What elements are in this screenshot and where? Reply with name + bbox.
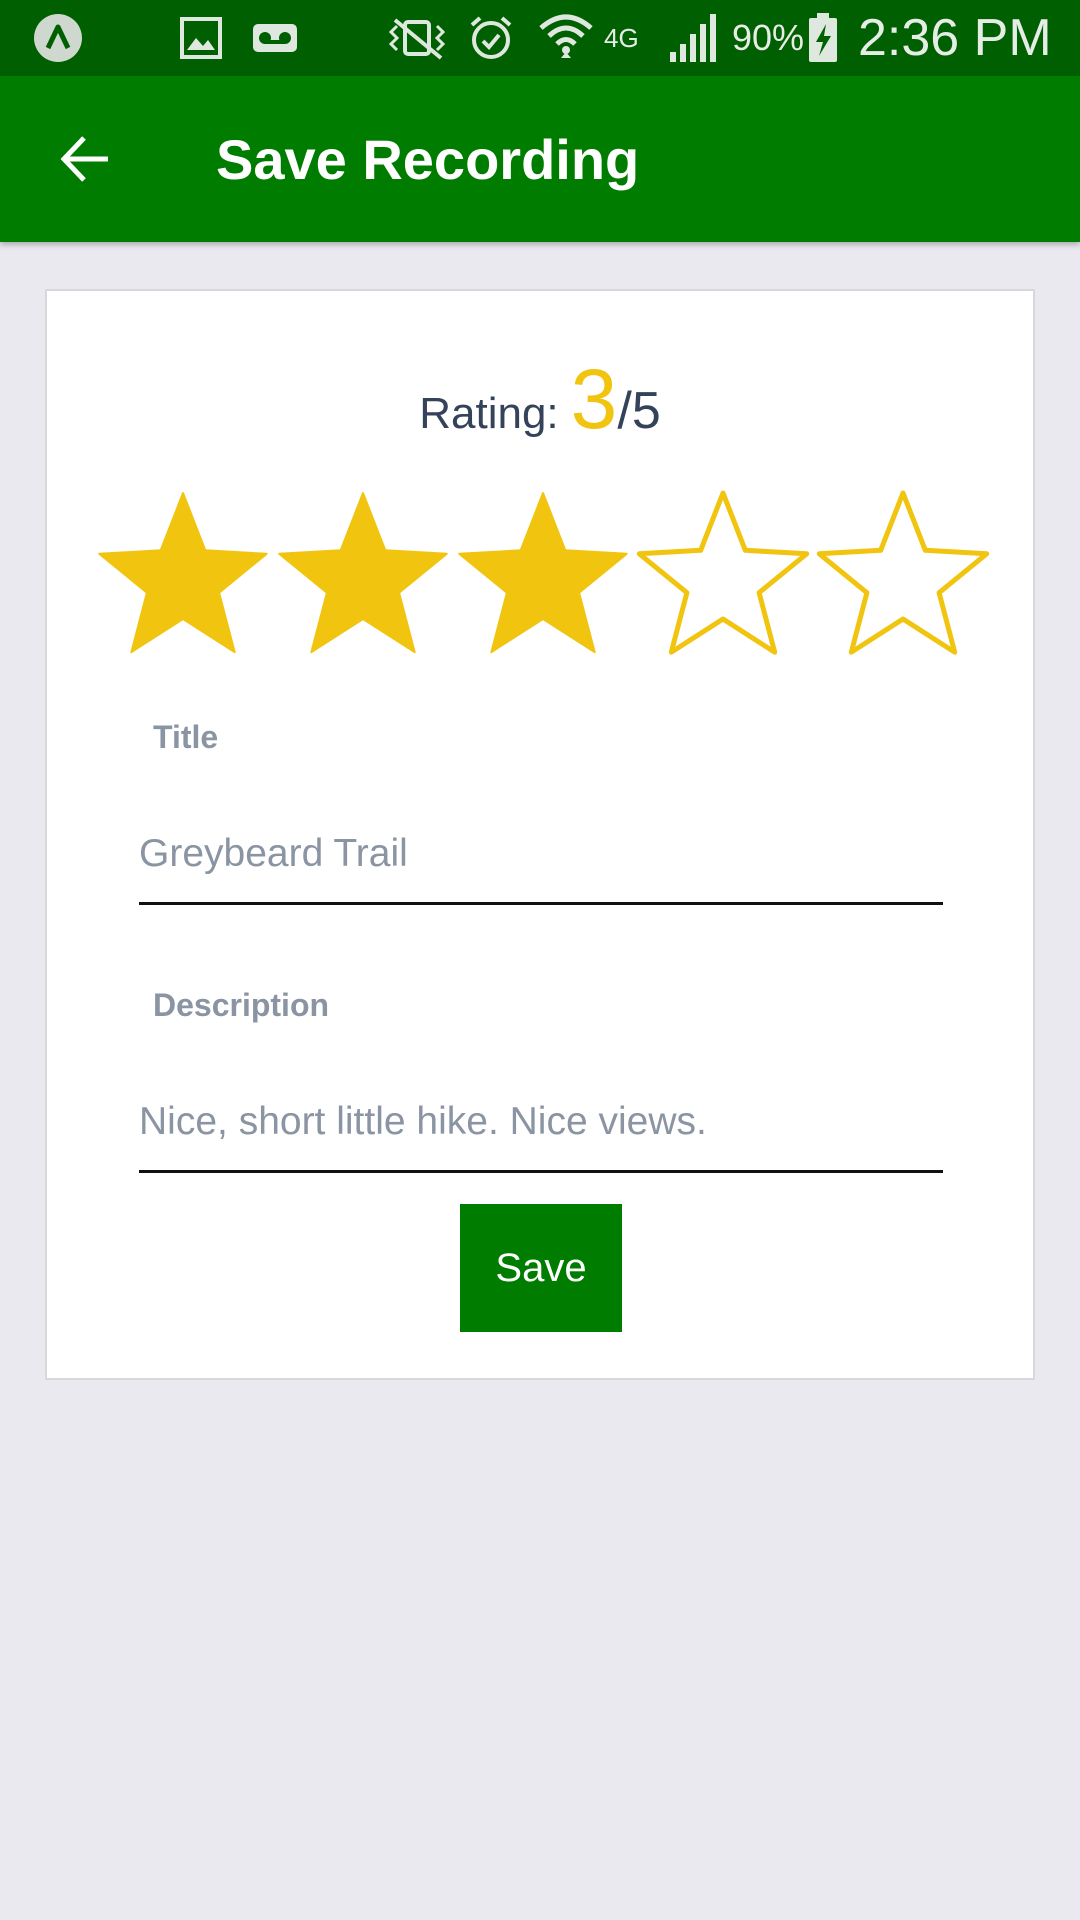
clock: 2:36 PM bbox=[858, 9, 1052, 67]
battery-charging-icon bbox=[806, 10, 840, 66]
star-filled-icon[interactable] bbox=[93, 483, 273, 663]
vibrate-icon bbox=[382, 10, 452, 66]
cell-signal-icon bbox=[664, 10, 720, 66]
description-input[interactable] bbox=[139, 1073, 943, 1173]
rating-value: 3 bbox=[570, 352, 618, 446]
app-notification-icon bbox=[30, 10, 86, 66]
description-label: Description bbox=[153, 987, 330, 1023]
wifi-icon bbox=[536, 10, 596, 66]
app-bar: Save Recording bbox=[0, 76, 1080, 242]
title-input[interactable] bbox=[139, 805, 943, 905]
title-label: Title bbox=[153, 719, 219, 755]
status-bar: 4G 90% 2:36 PM bbox=[0, 0, 1080, 76]
page-title: Save Recording bbox=[216, 127, 640, 191]
rating-summary: Rating: 3 /5 bbox=[47, 351, 1033, 451]
battery-percent: 90% bbox=[732, 17, 805, 58]
network-type-label: 4G bbox=[604, 22, 639, 53]
star-empty-icon[interactable] bbox=[633, 483, 813, 663]
rating-max: /5 bbox=[617, 382, 661, 440]
arrow-left-icon bbox=[60, 136, 108, 182]
star-empty-icon[interactable] bbox=[813, 483, 993, 663]
star-filled-icon[interactable] bbox=[453, 483, 633, 663]
save-button[interactable]: Save bbox=[460, 1204, 622, 1332]
alarm-icon bbox=[464, 10, 518, 66]
star-rating-control bbox=[93, 483, 993, 663]
star-filled-icon[interactable] bbox=[273, 483, 453, 663]
recording-form-card: Rating: 3 /5 Title Description Save bbox=[45, 289, 1035, 1380]
voicemail-icon bbox=[250, 10, 300, 66]
back-button[interactable] bbox=[40, 114, 130, 204]
rating-label: Rating: bbox=[419, 389, 559, 438]
image-icon bbox=[176, 10, 226, 66]
